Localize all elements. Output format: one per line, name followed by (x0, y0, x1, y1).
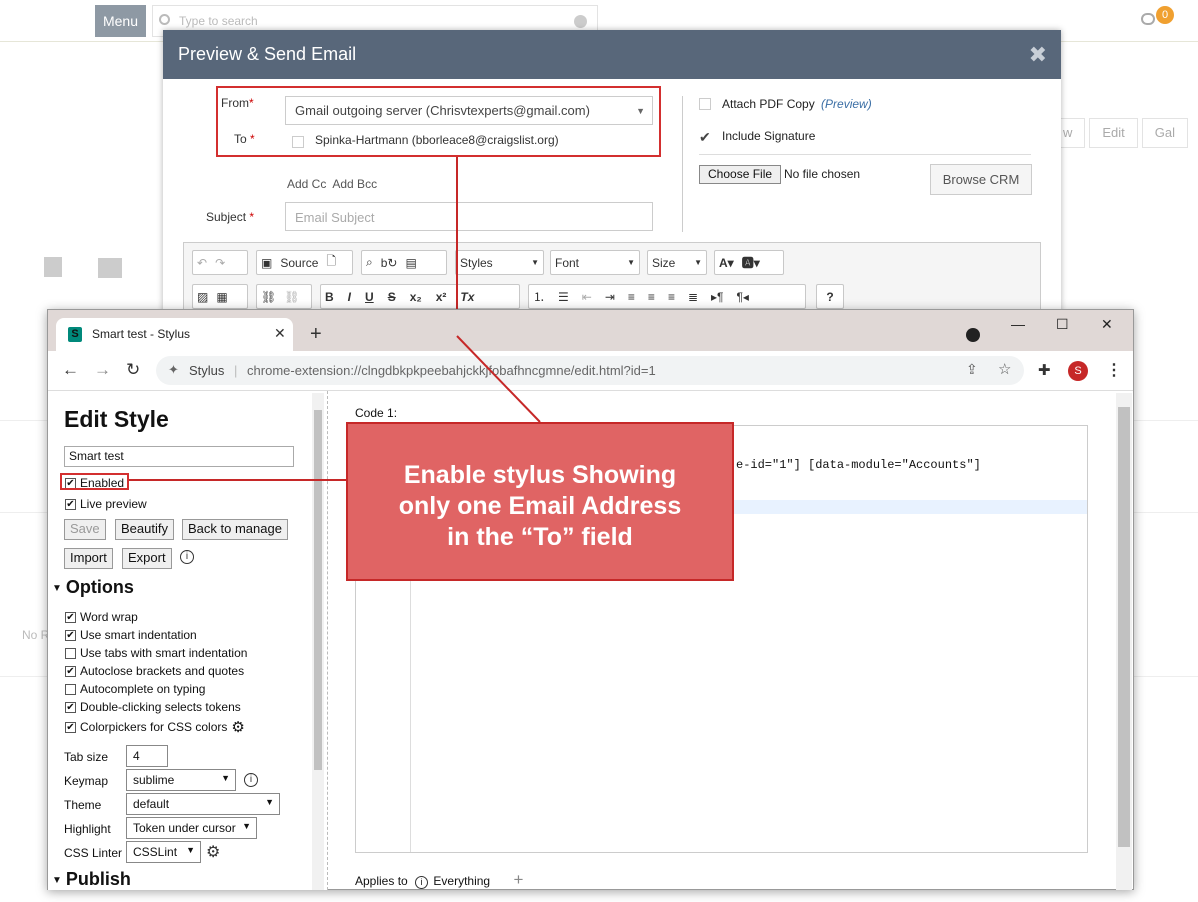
annotation-callout: Enable stylus Showing only one Email Add… (346, 422, 734, 581)
annotation-connector-diagonal (456, 335, 541, 423)
callout-line-1: Enable stylus Showing (403, 461, 677, 489)
callout-line-2: only one Email Address (398, 492, 682, 520)
callout-line-3: in the “To” field (447, 523, 633, 551)
